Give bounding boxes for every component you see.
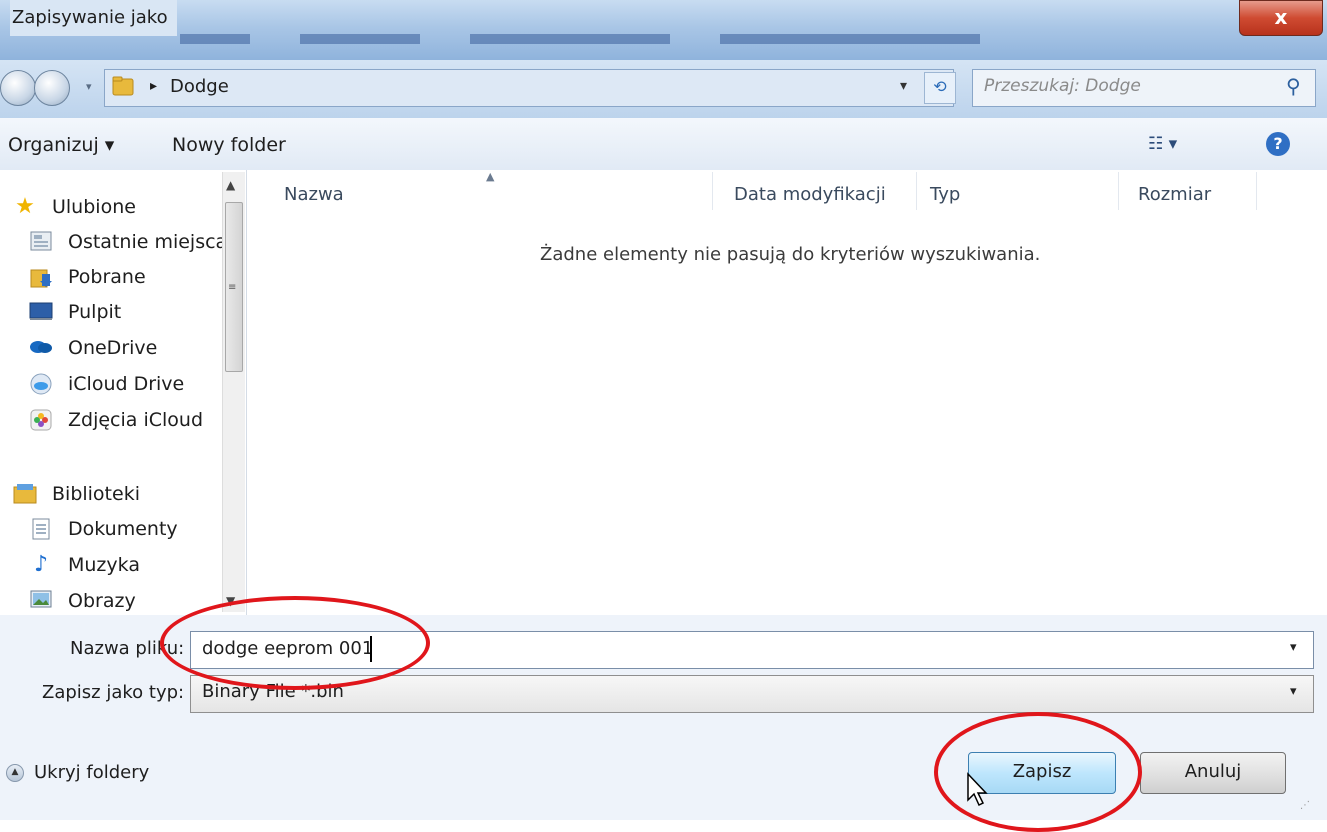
breadcrumb-item[interactable]: Dodge — [170, 76, 229, 97]
column-header-name[interactable]: Nazwa — [284, 184, 344, 205]
desktop-icon — [28, 301, 54, 323]
cancel-button[interactable]: Anuluj — [1140, 752, 1286, 794]
onedrive-icon — [28, 337, 54, 359]
filetype-select[interactable] — [190, 675, 1314, 713]
forward-button[interactable] — [34, 70, 70, 106]
filename-label: Nazwa pliku: — [70, 638, 185, 659]
resize-grip-icon[interactable]: ⋰ — [1300, 800, 1310, 811]
sidebar-item-label: Dokumenty — [68, 518, 178, 540]
filetype-value[interactable]: Binary File *.bin — [202, 681, 344, 702]
sidebar-item-label: Ulubione — [52, 196, 136, 218]
column-divider[interactable] — [1256, 172, 1257, 210]
sidebar-item-label: OneDrive — [68, 337, 158, 359]
column-divider[interactable] — [916, 172, 917, 210]
title-bar-decoration — [180, 34, 250, 44]
sidebar-item-label: Biblioteki — [52, 483, 140, 505]
sidebar-item-label: Ostatnie miejsca — [68, 231, 228, 253]
libraries-icon — [12, 483, 38, 505]
sidebar-item-documents[interactable]: Dokumenty — [28, 513, 178, 545]
hide-folders-label: Ukryj foldery — [34, 762, 150, 783]
title-bar — [0, 0, 1327, 60]
icloud-drive-icon — [28, 373, 54, 395]
downloads-icon — [28, 266, 54, 288]
sidebar-item-libraries[interactable]: Biblioteki — [12, 478, 140, 510]
address-bar[interactable] — [104, 69, 954, 107]
organize-button[interactable]: Organizuj ▾ — [8, 134, 114, 156]
sidebar-item-label: Pobrane — [68, 266, 146, 288]
breadcrumb-arrow-icon[interactable]: ▸ — [150, 78, 157, 94]
folder-icon — [112, 76, 134, 96]
title-bar-decoration — [300, 34, 420, 44]
views-button[interactable]: ☷ ▾ — [1148, 134, 1177, 154]
hide-folders-button[interactable]: ▲ Ukryj foldery — [6, 762, 149, 783]
sidebar-item-icloud-photos[interactable]: Zdjęcia iCloud — [28, 404, 203, 436]
sidebar-item-music[interactable]: ♪ Muzyka — [28, 549, 140, 581]
search-icon[interactable]: ⚲ — [1286, 74, 1301, 98]
filetype-dropdown-button[interactable]: ▾ — [1290, 684, 1297, 699]
icloud-photos-icon — [28, 409, 54, 431]
help-icon[interactable]: ? — [1266, 132, 1290, 156]
text-caret — [370, 636, 372, 662]
scroll-down-icon[interactable]: ▼ — [226, 594, 235, 608]
chevron-down-icon: ▾ — [1290, 640, 1297, 655]
window-title: Zapisywanie jako — [10, 0, 177, 36]
sidebar-item-downloads[interactable]: Pobrane — [28, 261, 146, 293]
sort-ascending-icon: ▲ — [486, 170, 495, 183]
close-icon: x — [1274, 5, 1288, 29]
sidebar-item-icloud-drive[interactable]: iCloud Drive — [28, 368, 184, 400]
sidebar-item-onedrive[interactable]: OneDrive — [28, 332, 157, 364]
pictures-icon — [28, 590, 54, 612]
column-header-date[interactable]: Data modyfikacji — [734, 184, 886, 205]
title-bar-decoration — [720, 34, 980, 44]
close-button[interactable]: x — [1239, 0, 1323, 36]
sidebar-item-favorites[interactable]: ★ Ulubione — [12, 191, 136, 223]
collapse-icon: ▲ — [6, 763, 24, 782]
sidebar-item-label: Muzyka — [68, 554, 140, 576]
sidebar-item-pictures[interactable]: Obrazy — [28, 585, 136, 617]
new-folder-button[interactable]: Nowy folder — [172, 134, 286, 156]
music-icon: ♪ — [33, 552, 49, 577]
chevron-down-icon: ▾ — [1290, 684, 1297, 699]
refresh-button[interactable]: ⟲ — [924, 72, 956, 104]
file-list[interactable] — [247, 170, 1327, 615]
chevron-down-icon: ▾ — [86, 80, 92, 93]
search-placeholder: Przeszukaj: Dodge — [984, 76, 1141, 96]
column-header-size[interactable]: Rozmiar — [1138, 184, 1211, 205]
filetype-label: Zapisz jako typ: — [42, 682, 185, 703]
sidebar-item-recent-places[interactable]: Ostatnie miejsca — [28, 226, 227, 258]
column-divider[interactable] — [1118, 172, 1119, 210]
chevron-down-icon: ▾ — [900, 78, 908, 94]
refresh-icon: ⟲ — [933, 77, 947, 96]
column-divider[interactable] — [712, 172, 713, 210]
empty-list-message: Żadne elementy nie pasują do kryteriów w… — [540, 244, 1041, 265]
star-icon: ★ — [15, 194, 35, 219]
scrollbar-grip-icon: ≡ — [228, 282, 237, 293]
sidebar-item-desktop[interactable]: Pulpit — [28, 296, 121, 328]
back-button[interactable] — [0, 70, 36, 106]
filename-dropdown-button[interactable]: ▾ — [1290, 640, 1297, 655]
recent-locations-dropdown[interactable]: ▾ — [86, 80, 98, 94]
recent-places-icon — [28, 231, 54, 253]
scroll-up-icon[interactable]: ▲ — [226, 178, 235, 192]
title-bar-decoration — [470, 34, 670, 44]
address-dropdown-button[interactable]: ▾ — [900, 78, 907, 94]
sidebar-item-label: Zdjęcia iCloud — [68, 409, 204, 431]
documents-icon — [28, 518, 54, 540]
column-header-type[interactable]: Typ — [930, 184, 960, 205]
sidebar-item-label: iCloud Drive — [68, 373, 185, 395]
filename-value[interactable]: dodge eeprom 001 — [202, 638, 373, 659]
sidebar-item-label: Pulpit — [68, 301, 122, 323]
mouse-cursor-icon — [967, 772, 988, 807]
sidebar-item-label: Obrazy — [68, 590, 136, 612]
